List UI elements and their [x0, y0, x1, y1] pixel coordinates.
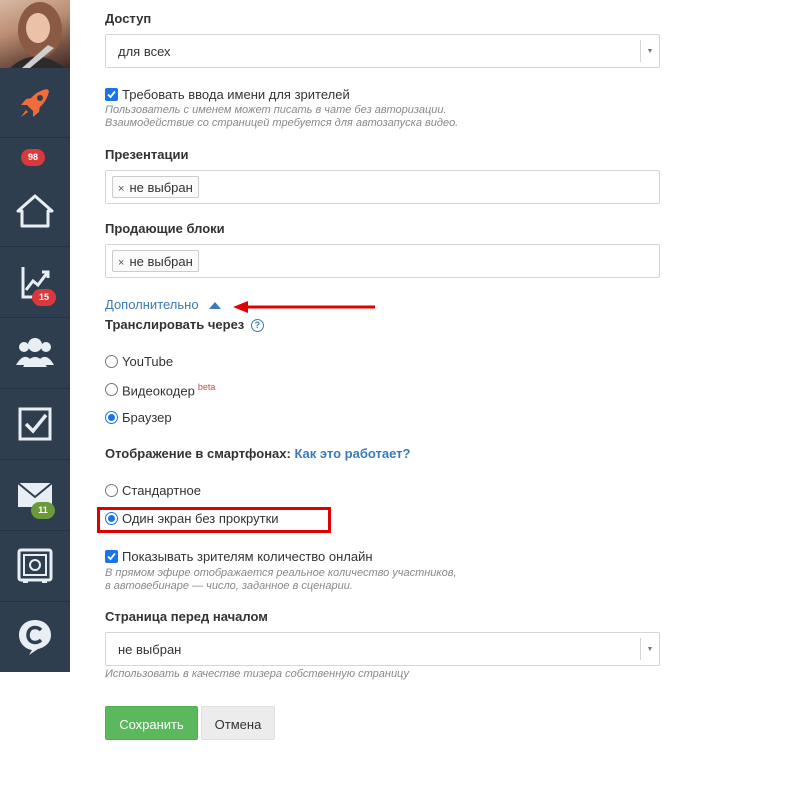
broadcast-encoder-label: Видеокодер beta — [122, 382, 215, 398]
remove-tag-icon[interactable]: × — [118, 183, 124, 195]
broadcast-encoder-radio[interactable] — [105, 383, 118, 396]
presentations-label: Презентации — [105, 147, 189, 162]
show-online-checkbox[interactable] — [105, 550, 118, 563]
require-name-hint-line1: Пользователь с именем может писать в чат… — [105, 104, 447, 116]
how-it-works-link[interactable]: Как это работает? — [294, 446, 410, 461]
mobile-standard-radio[interactable] — [105, 484, 118, 497]
presentations-tag[interactable]: × не выбран — [112, 176, 199, 198]
show-online-label: Показывать зрителям количество онлайн — [122, 549, 373, 564]
pre-page-value: не выбран — [118, 642, 182, 657]
sidebar-item-safe[interactable] — [0, 531, 70, 602]
broadcast-browser-radio[interactable] — [105, 411, 118, 424]
mobile-label-text: Отображение в смартфонах: — [105, 446, 291, 461]
require-name-label: Требовать ввода имени для зрителей — [122, 87, 350, 102]
presentations-tag-text: не выбран — [129, 180, 193, 195]
cancel-button[interactable]: Отмена — [201, 706, 275, 740]
show-online-hint-line2: в автовебинаре — число, заданное в сцена… — [105, 580, 353, 592]
chevron-down-icon: ▼ — [640, 638, 659, 660]
mail-badge: 11 — [31, 502, 55, 519]
help-icon[interactable]: ? — [250, 319, 264, 332]
broadcast-label: Транслировать через ? — [105, 317, 264, 332]
access-label: Доступ — [105, 11, 152, 26]
access-select[interactable]: для всех ▼ — [105, 34, 660, 68]
launch-badge: 98 — [21, 149, 45, 166]
annotation-arrow — [233, 301, 375, 313]
mobile-label: Отображение в смартфонах: Как это работа… — [105, 446, 410, 461]
broadcast-youtube-radio[interactable] — [105, 355, 118, 368]
avatar[interactable] — [0, 0, 70, 68]
mobile-single-screen-radio[interactable] — [105, 512, 118, 525]
rocket-icon — [21, 88, 49, 117]
access-value: для всех — [118, 44, 171, 59]
home-icon — [16, 194, 54, 228]
broadcast-youtube-label: YouTube — [122, 354, 174, 369]
sidebar-item-chat[interactable] — [0, 602, 70, 672]
save-button[interactable]: Сохранить — [105, 706, 198, 740]
check-icon — [107, 90, 116, 99]
selling-blocks-tag[interactable]: × не выбран — [112, 250, 199, 272]
pre-page-select[interactable]: не выбран ▼ — [105, 632, 660, 666]
safe-icon — [17, 548, 53, 583]
chat-c-icon — [19, 620, 51, 655]
sidebar: 98 15 11 — [0, 0, 70, 792]
check-icon — [107, 552, 116, 561]
show-online-hint-line1: В прямом эфире отображается реальное кол… — [105, 567, 457, 579]
selling-blocks-label: Продающие блоки — [105, 221, 225, 236]
checkbox-icon — [18, 407, 52, 441]
selling-blocks-tag-text: не выбран — [129, 254, 193, 269]
users-icon — [16, 338, 54, 367]
pre-page-hint: Использовать в качестве тизера собственн… — [105, 668, 409, 680]
require-name-hint: Пользователь с именем может писать в чат… — [105, 104, 458, 130]
beta-badge: beta — [197, 382, 216, 392]
advanced-toggle-link[interactable]: Дополнительно — [105, 297, 222, 312]
remove-tag-icon[interactable]: × — [118, 257, 124, 269]
stats-badge: 15 — [32, 289, 56, 306]
sidebar-item-stats[interactable] — [0, 247, 70, 318]
broadcast-browser-label: Браузер — [122, 410, 172, 425]
show-online-hint: В прямом эфире отображается реальное кол… — [105, 567, 457, 593]
broadcast-encoder-text: Видеокодер — [122, 383, 195, 399]
sidebar-item-mail[interactable] — [0, 460, 70, 531]
sidebar-item-tasks[interactable] — [0, 389, 70, 460]
advanced-link-text: Дополнительно — [105, 297, 199, 312]
presentations-select[interactable]: × не выбран — [105, 170, 660, 204]
selling-blocks-select[interactable]: × не выбран — [105, 244, 660, 278]
broadcast-label-text: Транслировать через — [105, 317, 245, 332]
caret-up-icon — [209, 302, 222, 309]
sidebar-item-users[interactable] — [0, 318, 70, 389]
chevron-down-icon: ▼ — [640, 40, 659, 62]
mobile-single-screen-label: Один экран без прокрутки — [122, 511, 279, 526]
sidebar-item-launch[interactable] — [0, 68, 70, 138]
mobile-standard-label: Стандартное — [122, 483, 201, 498]
require-name-hint-line2: Взаимодействие со страницей требуется дл… — [105, 117, 459, 129]
require-name-checkbox[interactable] — [105, 88, 118, 101]
pre-page-label: Страница перед началом — [105, 609, 268, 624]
avatar-image — [10, 2, 65, 68]
sidebar-item-home[interactable] — [0, 176, 70, 247]
